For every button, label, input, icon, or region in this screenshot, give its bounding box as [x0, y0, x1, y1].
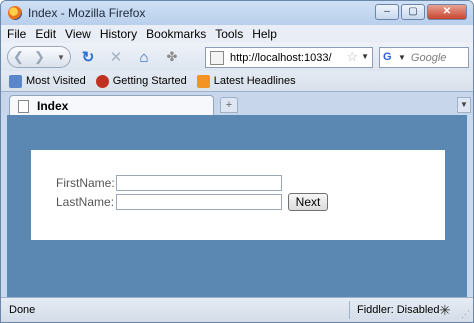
minimize-button[interactable]: – — [375, 4, 399, 20]
firefox-icon — [8, 6, 22, 20]
search-engine-dropdown-icon[interactable]: ▼ — [398, 53, 406, 62]
last-name-row: LastName: Next — [56, 193, 328, 211]
bookmark-label: Getting Started — [112, 75, 187, 87]
bookmark-most-visited[interactable]: Most Visited — [9, 74, 86, 88]
next-button[interactable]: Next — [288, 193, 328, 211]
form-panel: FirstName: LastName: Next — [31, 150, 445, 240]
new-tab-button[interactable]: + — [220, 97, 238, 113]
getting-started-icon — [95, 74, 109, 88]
search-input[interactable]: Google — [411, 52, 446, 64]
url-bar[interactable]: http://localhost:1033/ ☆ ▼ — [205, 47, 373, 68]
window-controls: – ▢ ✕ — [375, 4, 467, 20]
menu-history[interactable]: History — [100, 27, 137, 41]
page-content: FirstName: LastName: Next — [7, 115, 467, 297]
reload-icon[interactable]: ↻ — [77, 46, 99, 68]
addon-icon[interactable]: ✤ — [161, 46, 183, 68]
status-divider — [349, 301, 350, 319]
navigation-toolbar: ❮ ❯ ▼ ↻ ✕ ⌂ ✤ http://localhost:1033/ ☆ ▼… — [1, 43, 473, 71]
url-dropdown-icon[interactable]: ▼ — [361, 52, 369, 61]
back-icon[interactable]: ❮ — [13, 49, 24, 65]
bookmark-label: Most Visited — [26, 75, 86, 87]
menu-bar: File Edit View History Bookmarks Tools H… — [1, 25, 473, 43]
title-bar[interactable]: Index - Mozilla Firefox – ▢ ✕ — [1, 1, 473, 25]
forward-icon[interactable]: ❯ — [34, 49, 45, 65]
most-visited-icon — [9, 74, 22, 88]
url-text[interactable]: http://localhost:1033/ — [230, 52, 332, 64]
maximize-button[interactable]: ▢ — [401, 4, 425, 20]
history-dropdown-icon[interactable]: ▼ — [57, 53, 65, 62]
resize-grip-icon[interactable]: ⋰ — [461, 309, 470, 320]
page-icon — [18, 99, 29, 113]
back-forward-group: ❮ ❯ ▼ — [7, 46, 71, 68]
menu-edit[interactable]: Edit — [35, 27, 56, 41]
first-name-input[interactable] — [116, 175, 282, 191]
tab-list-button[interactable]: ▼ — [457, 97, 471, 113]
first-name-row: FirstName: — [56, 175, 282, 191]
menu-view[interactable]: View — [65, 27, 91, 41]
tab-index[interactable]: Index — [9, 95, 214, 116]
menu-bookmarks[interactable]: Bookmarks — [146, 27, 206, 41]
stop-icon[interactable]: ✕ — [105, 46, 127, 68]
google-icon[interactable]: G — [383, 51, 397, 65]
menu-tools[interactable]: Tools — [215, 27, 243, 41]
browser-window: Index - Mozilla Firefox – ▢ ✕ File Edit … — [0, 0, 474, 323]
home-icon[interactable]: ⌂ — [133, 46, 155, 68]
bookmark-latest-headlines[interactable]: Latest Headlines — [196, 74, 296, 88]
window-title: Index - Mozilla Firefox — [28, 6, 146, 20]
tab-strip: Index + ▼ — [1, 91, 473, 116]
addon-status-icon[interactable]: ✳ — [439, 302, 451, 319]
bookmark-label: Latest Headlines — [213, 75, 296, 87]
menu-file[interactable]: File — [7, 27, 26, 41]
fiddler-status[interactable]: Fiddler: Disabled — [357, 304, 440, 316]
first-name-label: FirstName: — [56, 176, 115, 190]
bookmark-getting-started[interactable]: Getting Started — [95, 74, 187, 88]
rss-icon — [196, 74, 210, 88]
status-bar: Done Fiddler: Disabled ✳ ⋰ — [1, 297, 473, 322]
status-text: Done — [9, 304, 36, 316]
star-icon[interactable]: ☆ — [346, 49, 358, 65]
page-favicon-icon — [210, 50, 224, 65]
close-button[interactable]: ✕ — [427, 4, 467, 20]
tab-label: Index — [37, 99, 69, 113]
last-name-label: LastName: — [56, 195, 115, 209]
last-name-input[interactable] — [116, 194, 282, 210]
menu-help[interactable]: Help — [252, 27, 277, 41]
bookmarks-toolbar: Most Visited Getting Started Latest Head… — [1, 71, 473, 91]
search-bar[interactable]: G ▼ Google — [379, 47, 469, 68]
